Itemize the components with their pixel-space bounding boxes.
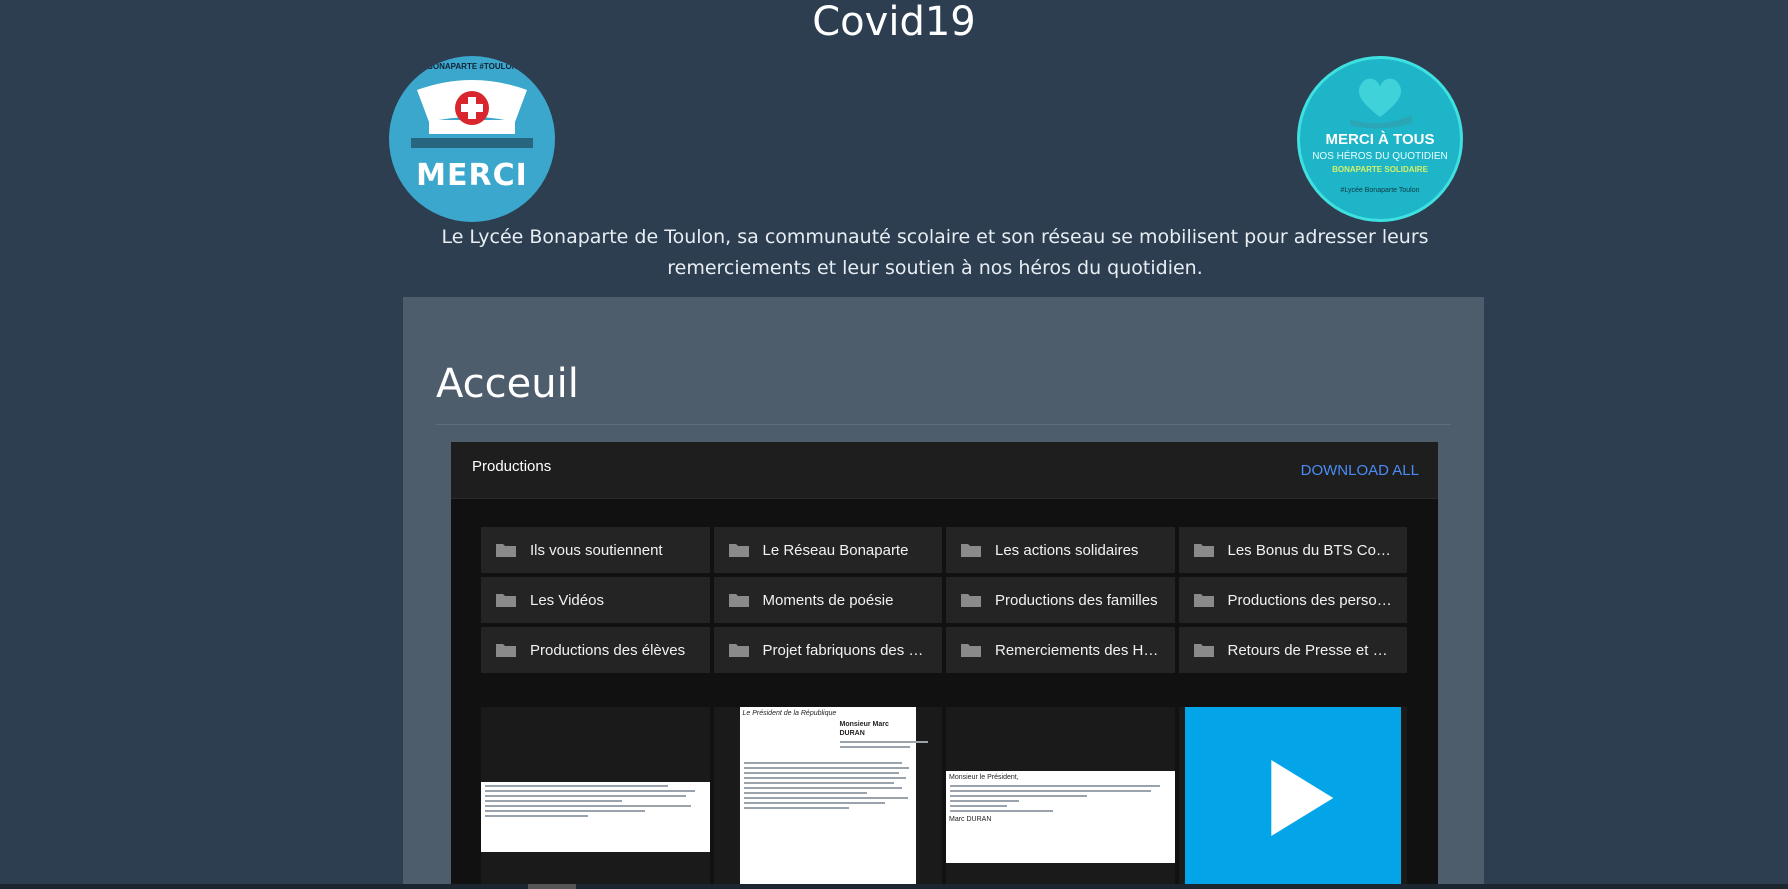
folder-label: Moments de poésie bbox=[762, 591, 894, 609]
folder-icon bbox=[728, 544, 749, 557]
folder-icon bbox=[961, 644, 981, 657]
logo-line-1: MERCI À TOUS bbox=[1325, 131, 1435, 148]
content-panel: Acceuil Productions DOWNLOAD ALL Ils vou… bbox=[403, 297, 1484, 889]
video-preview bbox=[1184, 707, 1401, 889]
intro-text: Le Lycée Bonaparte de Toulon, sa communa… bbox=[441, 226, 1429, 279]
logo-merci-text: MERCI bbox=[416, 158, 528, 193]
folder-item[interactable]: Ils vous soutiennent bbox=[481, 527, 710, 573]
letter-preview: Le Président de la République Monsieur M… bbox=[739, 707, 928, 889]
folder-item[interactable]: Moments de poésie bbox=[713, 577, 942, 623]
folder-item[interactable]: Le Réseau Bonaparte bbox=[713, 527, 942, 573]
play-icon bbox=[1271, 760, 1334, 836]
folder-icon bbox=[728, 594, 749, 607]
folder-label: Productions des élèves bbox=[530, 641, 686, 659]
file-thumbnail[interactable]: Le Président de la République Monsieur M… bbox=[713, 707, 942, 889]
letter-header: Le Président de la République bbox=[742, 710, 837, 717]
folder-item[interactable]: Productions des familles bbox=[946, 577, 1175, 623]
folder-label: Productions des familles bbox=[995, 591, 1158, 609]
folder-icon bbox=[961, 544, 981, 557]
merci-logo: #LYCEEBONAPARTE #TOULON #HERO MERCI bbox=[389, 56, 555, 222]
page-heading: Acceuil bbox=[436, 361, 579, 407]
letter-signature: Marc DURAN bbox=[949, 816, 992, 823]
scrollbar-thumb[interactable] bbox=[528, 884, 576, 889]
folder-item[interactable]: Productions des personn... bbox=[1178, 577, 1407, 623]
folder-label: Les Bonus du BTS Com... bbox=[1227, 541, 1394, 559]
folder-item[interactable]: Productions des élèves bbox=[481, 627, 710, 673]
folder-label: Remerciements des Hér... bbox=[995, 641, 1161, 659]
folder-icon bbox=[496, 594, 516, 607]
folder-icon bbox=[496, 644, 516, 657]
folder-grid: Ils vous soutiennent Le Réseau Bonaparte… bbox=[481, 527, 1407, 673]
letter-preview: Monsieur le Président, Marc DURAN bbox=[946, 771, 1175, 863]
folder-label: Retours de Presse et co... bbox=[1227, 641, 1394, 659]
letter-greeting: Monsieur le Président, bbox=[949, 774, 1019, 781]
folder-item[interactable]: Les actions solidaires bbox=[946, 527, 1175, 573]
folder-label: Ils vous soutiennent bbox=[530, 541, 663, 559]
folder-item[interactable]: Les Vidéos bbox=[481, 577, 710, 623]
folder-label: Les Vidéos bbox=[530, 591, 604, 609]
site-title: Covid19 bbox=[812, 0, 976, 45]
first-aid-icon bbox=[411, 80, 533, 148]
file-thumbnail[interactable]: Monsieur le Président, Marc DURAN bbox=[946, 707, 1175, 889]
file-thumbnail[interactable] bbox=[481, 707, 710, 889]
file-thumbnail-grid: Le Président de la République Monsieur M… bbox=[481, 707, 1407, 889]
document-preview bbox=[481, 782, 710, 852]
folder-icon bbox=[1193, 644, 1214, 657]
letter-recipient: Monsieur Marc DURAN bbox=[839, 721, 889, 737]
video-thumbnail[interactable] bbox=[1178, 707, 1407, 889]
horizontal-scrollbar[interactable] bbox=[0, 884, 1788, 889]
logo-line-2: NOS HÉROS DU QUOTIDIEN bbox=[1312, 151, 1448, 162]
folder-icon bbox=[1193, 544, 1214, 557]
logo-line-3: BONAPARTE SOLIDAIRE bbox=[1332, 165, 1428, 174]
folder-item[interactable]: Projet fabriquons des ma... bbox=[713, 627, 942, 673]
folder-item[interactable]: Les Bonus du BTS Com... bbox=[1178, 527, 1407, 573]
folder-label: Le Réseau Bonaparte bbox=[762, 541, 909, 559]
folder-icon bbox=[728, 644, 749, 657]
merci-a-tous-logo: MERCI À TOUS NOS HÉROS DU QUOTIDIEN BONA… bbox=[1297, 56, 1463, 222]
folder-icon bbox=[1193, 594, 1214, 607]
drive-header: Productions DOWNLOAD ALL bbox=[451, 442, 1438, 499]
folder-label: Les actions solidaires bbox=[995, 541, 1139, 559]
drive-title: Productions bbox=[472, 458, 552, 475]
folder-label: Productions des personn... bbox=[1227, 591, 1394, 609]
heart-hand-icon bbox=[1350, 78, 1412, 129]
download-all-button[interactable]: DOWNLOAD ALL bbox=[1301, 462, 1419, 479]
heading-divider bbox=[436, 424, 1451, 425]
folder-item[interactable]: Retours de Presse et co... bbox=[1178, 627, 1407, 673]
drive-embed: Productions DOWNLOAD ALL Ils vous soutie… bbox=[451, 442, 1438, 889]
folder-item[interactable]: Remerciements des Hér... bbox=[946, 627, 1175, 673]
logo-line-4: #Lycée Bonaparte Toulon bbox=[1340, 187, 1420, 194]
folder-icon bbox=[496, 544, 516, 557]
folder-label: Projet fabriquons des ma... bbox=[762, 641, 929, 659]
folder-icon bbox=[961, 594, 981, 607]
